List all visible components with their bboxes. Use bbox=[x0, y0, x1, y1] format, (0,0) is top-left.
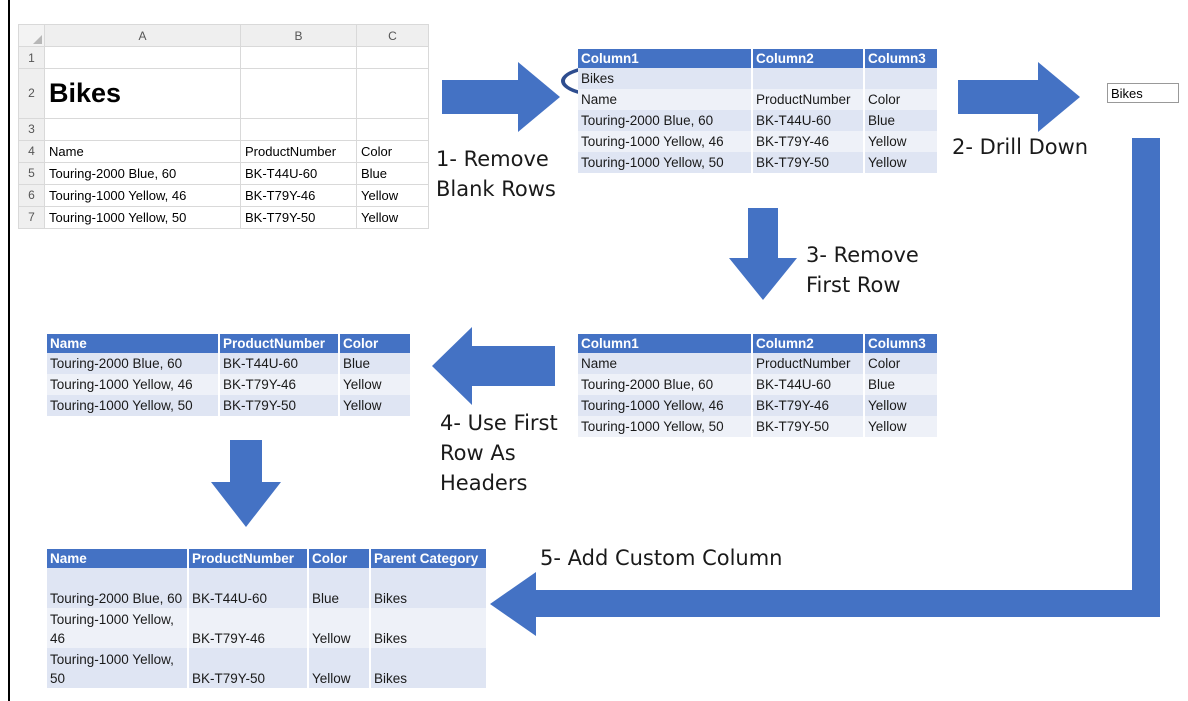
table-cell: Blue bbox=[864, 374, 939, 395]
table-removed-first-row: Column1 Column2 Column3 Name ProductNumbe… bbox=[578, 334, 939, 437]
table-cell: Touring-1000 Yellow, 50 bbox=[47, 648, 189, 688]
column-header[interactable]: ProductNumber bbox=[219, 334, 340, 353]
step-5-label: 5- Add Custom Column bbox=[540, 546, 783, 570]
table-cell: BK-T79Y-46 bbox=[752, 131, 865, 152]
column-header[interactable]: Name bbox=[47, 334, 220, 353]
table-cell: Name bbox=[578, 89, 753, 110]
table-cell: Blue bbox=[864, 110, 939, 131]
table-cell: Blue bbox=[308, 568, 371, 608]
table-cell: Touring-1000 Yellow, 50 bbox=[47, 395, 220, 416]
table-final: Name ProductNumber Color Parent Category… bbox=[47, 549, 488, 688]
table-cell: BK-T79Y-50 bbox=[188, 648, 309, 688]
column-header[interactable]: Color bbox=[339, 334, 412, 353]
table-cell: Yellow bbox=[308, 648, 371, 688]
table-cell: Yellow bbox=[864, 416, 939, 437]
table-cell: Touring-1000 Yellow, 46 bbox=[47, 608, 189, 648]
table-cell: Touring-1000 Yellow, 46 bbox=[47, 374, 220, 395]
table-cell: Touring-2000 Blue, 60 bbox=[47, 353, 220, 374]
arrow-left-step4 bbox=[432, 327, 555, 405]
table-cell bbox=[864, 68, 939, 89]
table-cell: Color bbox=[864, 89, 939, 110]
drill-down-cell[interactable]: Bikes bbox=[1107, 83, 1179, 103]
step-3-label: 3- Remove First Row bbox=[806, 243, 919, 297]
table-cell: BK-T44U-60 bbox=[219, 353, 340, 374]
column-header[interactable]: Column1 bbox=[578, 334, 753, 353]
table-cell: Touring-1000 Yellow, 50 bbox=[578, 416, 753, 437]
column-header[interactable]: Parent Category bbox=[370, 549, 488, 568]
table-cell: Bikes bbox=[578, 68, 753, 89]
table-promoted-headers: Name ProductNumber Color Touring-2000 Bl… bbox=[47, 334, 412, 416]
table-cell: Blue bbox=[339, 353, 412, 374]
step-4-label: 4- Use First Row As Headers bbox=[440, 411, 558, 495]
table-cell: Bikes bbox=[370, 648, 488, 688]
table-cell: BK-T79Y-50 bbox=[219, 395, 340, 416]
table-cell: Touring-1000 Yellow, 50 bbox=[578, 152, 753, 173]
table-cell: BK-T44U-60 bbox=[188, 568, 309, 608]
column-header[interactable]: Column1 bbox=[578, 49, 753, 68]
table-cell: BK-T44U-60 bbox=[752, 374, 865, 395]
table-cell: BK-T79Y-50 bbox=[752, 416, 865, 437]
arrow-right-step2 bbox=[958, 62, 1080, 132]
column-header[interactable]: Column2 bbox=[752, 334, 865, 353]
table-cell: Yellow bbox=[864, 152, 939, 173]
arrow-right-step1 bbox=[442, 62, 560, 132]
table-cell: ProductNumber bbox=[752, 89, 865, 110]
column-header[interactable]: Name bbox=[47, 549, 189, 568]
arrow-down-step3 bbox=[729, 208, 797, 300]
step-1-label: 1- Remove Blank Rows bbox=[436, 147, 556, 201]
table-cell bbox=[752, 68, 865, 89]
table-cell: Yellow bbox=[339, 395, 412, 416]
table-cell: Touring-2000 Blue, 60 bbox=[47, 568, 189, 608]
table-cell: Touring-2000 Blue, 60 bbox=[578, 374, 753, 395]
table-cell: Touring-2000 Blue, 60 bbox=[578, 110, 753, 131]
table-cell: ProductNumber bbox=[752, 353, 865, 374]
table-cell: Touring-1000 Yellow, 46 bbox=[578, 131, 753, 152]
table-cell: BK-T44U-60 bbox=[752, 110, 865, 131]
table-cell: Yellow bbox=[308, 608, 371, 648]
table-cell: Name bbox=[578, 353, 753, 374]
table-cell: Yellow bbox=[864, 395, 939, 416]
table-raw: Column1 Column2 Column3 Bikes Name Produc… bbox=[578, 49, 939, 173]
table-cell: Yellow bbox=[864, 131, 939, 152]
table-cell: BK-T79Y-46 bbox=[752, 395, 865, 416]
column-header[interactable]: ProductNumber bbox=[188, 549, 309, 568]
table-cell: Color bbox=[864, 353, 939, 374]
column-header[interactable]: Color bbox=[308, 549, 371, 568]
column-header[interactable]: Column3 bbox=[864, 334, 939, 353]
step-2-label: 2- Drill Down bbox=[952, 135, 1089, 159]
table-cell: BK-T79Y-46 bbox=[219, 374, 340, 395]
arrow-down-step4b bbox=[211, 440, 281, 527]
table-cell: Bikes bbox=[370, 568, 488, 608]
table-cell: BK-T79Y-50 bbox=[752, 152, 865, 173]
column-header[interactable]: Column3 bbox=[864, 49, 939, 68]
table-cell: Yellow bbox=[339, 374, 412, 395]
table-cell: Bikes bbox=[370, 608, 488, 648]
column-header[interactable]: Column2 bbox=[752, 49, 865, 68]
table-cell: Touring-1000 Yellow, 46 bbox=[578, 395, 753, 416]
table-cell: BK-T79Y-46 bbox=[188, 608, 309, 648]
